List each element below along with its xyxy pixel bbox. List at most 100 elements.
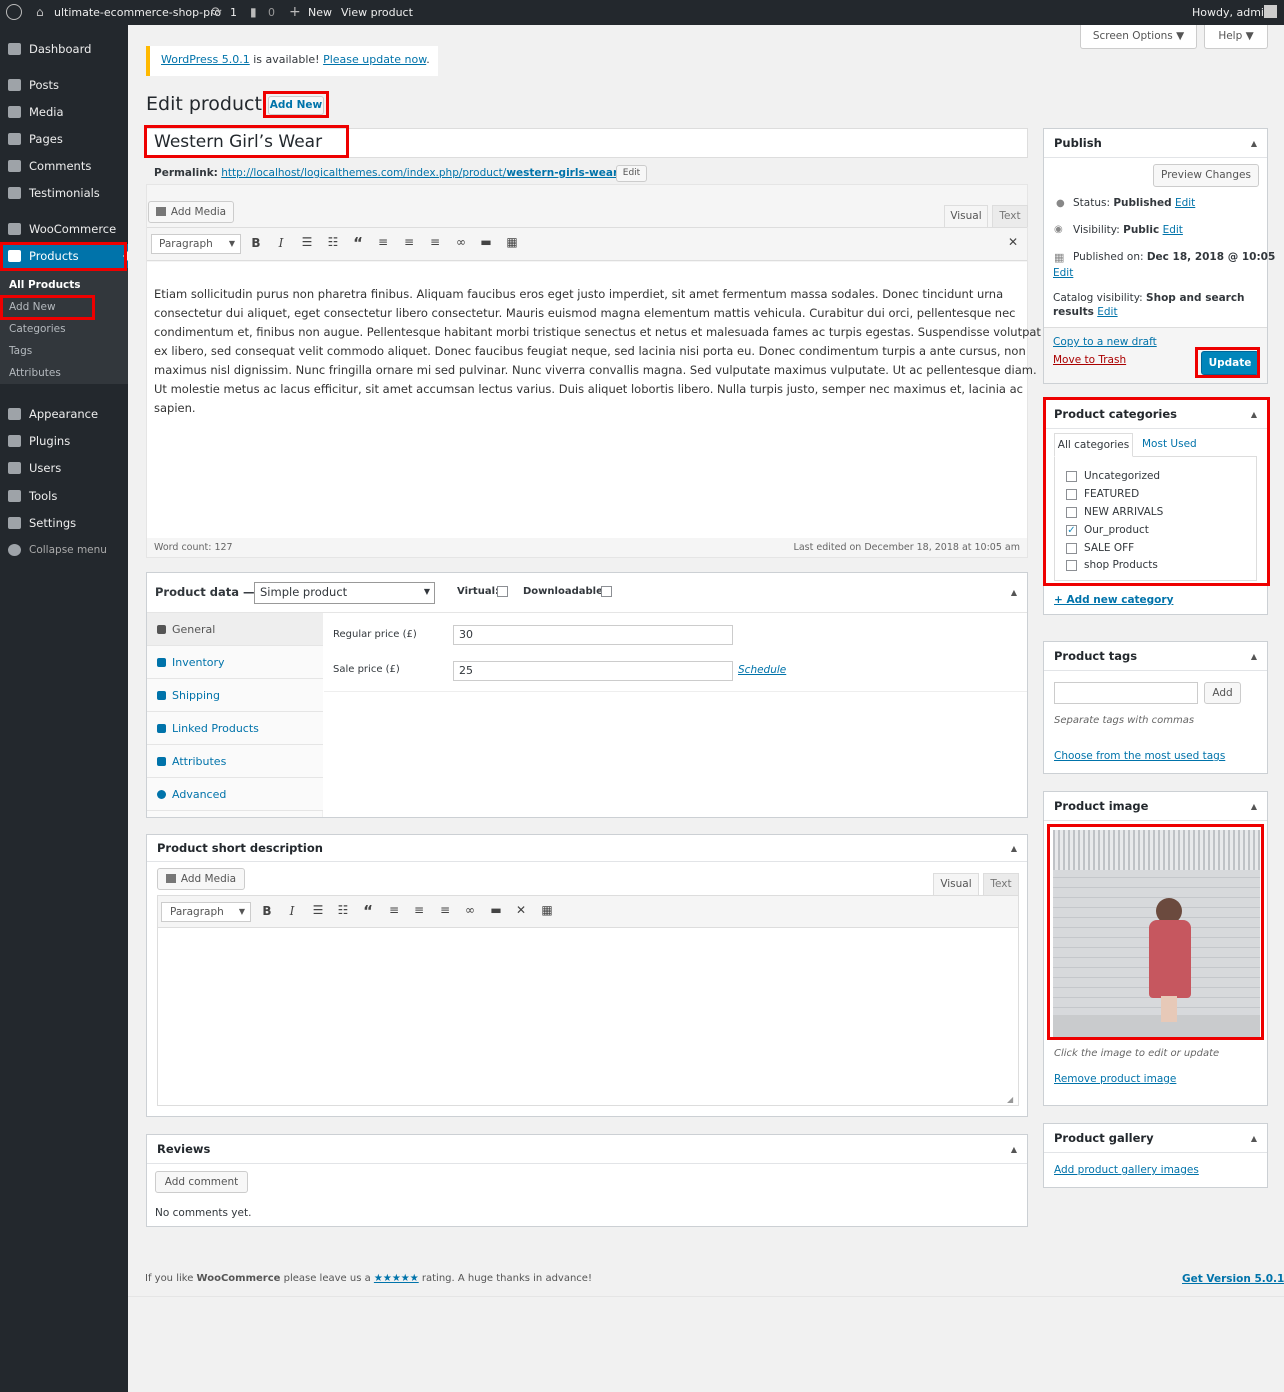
schedule-link[interactable]: Schedule — [738, 664, 786, 676]
submenu-tags[interactable]: Tags — [0, 341, 128, 361]
add-tag-button[interactable]: Add — [1204, 682, 1241, 704]
tags-input[interactable] — [1054, 682, 1198, 704]
toggle-icon[interactable]: ▲ — [1251, 642, 1257, 671]
toolbar-toggle-icon[interactable]: ▦ — [503, 235, 521, 249]
menu-testimonials[interactable]: Testimonials — [0, 181, 128, 205]
site-name-link[interactable]: ultimate-ecommerce-shop-pro — [54, 0, 221, 25]
link-icon[interactable]: ∞ — [461, 903, 479, 917]
permalink-edit-button[interactable]: Edit — [616, 165, 647, 182]
toggle-icon[interactable]: ▲ — [1251, 1124, 1257, 1153]
catalog-edit-link[interactable]: Edit — [1097, 306, 1117, 318]
paragraph-select[interactable]: Paragraph ▼ — [151, 234, 241, 254]
category-checkbox-uncategorized[interactable] — [1066, 471, 1077, 482]
status-edit-link[interactable]: Edit — [1175, 197, 1195, 209]
updates-count[interactable]: 1 — [230, 0, 237, 25]
editor-body[interactable]: Etiam sollicitudin purus non pharetra fi… — [147, 262, 1041, 538]
toggle-icon[interactable]: ▲ — [1251, 400, 1257, 429]
category-checkbox-featured[interactable] — [1066, 489, 1077, 500]
category-checkbox-shop-products[interactable] — [1066, 560, 1077, 571]
submenu-categories[interactable]: Categories — [0, 319, 128, 339]
short-paragraph-select[interactable]: Paragraph ▼ — [161, 902, 251, 922]
read-more-icon[interactable]: ▬ — [487, 903, 505, 917]
menu-comments[interactable]: Comments — [0, 154, 128, 178]
choose-tags-link[interactable]: Choose from the most used tags — [1054, 750, 1225, 762]
bold-icon[interactable]: B — [247, 236, 265, 250]
align-left-icon[interactable]: ≡ — [385, 903, 403, 917]
category-checkbox-sale-off[interactable] — [1066, 543, 1077, 554]
short-editor-body[interactable] — [157, 928, 1019, 1106]
product-title-input[interactable]: Western Girl’s Wear — [146, 128, 1028, 158]
align-right-icon[interactable]: ≡ — [426, 235, 444, 249]
product-image[interactable] — [1053, 830, 1260, 1037]
permalink-link[interactable]: http://localhost/logicalthemes.com/index… — [221, 167, 633, 179]
submenu-all-products[interactable]: All Products — [0, 275, 128, 295]
tab-advanced[interactable]: Advanced — [147, 778, 323, 811]
toggle-icon[interactable]: ▲ — [1011, 1135, 1017, 1164]
toggle-icon[interactable]: ▲ — [1251, 129, 1257, 158]
wordpress-version-link[interactable]: WordPress 5.0.1 — [161, 53, 250, 66]
preview-changes-button[interactable]: Preview Changes — [1153, 164, 1259, 187]
menu-posts[interactable]: Posts — [0, 73, 128, 97]
add-comment-button[interactable]: Add comment — [155, 1171, 248, 1193]
italic-icon[interactable]: I — [272, 236, 290, 250]
published-edit-link[interactable]: Edit — [1053, 267, 1073, 279]
blockquote-icon[interactable]: “ — [359, 902, 377, 920]
toolbar-toggle-icon[interactable]: ▦ — [538, 903, 556, 917]
comments-icon[interactable]: ▮ — [250, 0, 257, 25]
help-button[interactable]: Help ▼ — [1204, 25, 1268, 49]
fullscreen-icon[interactable]: ✕ — [1004, 235, 1022, 249]
short-tab-visual[interactable]: Visual — [933, 873, 979, 895]
add-new-button[interactable]: Add New — [268, 96, 324, 115]
blockquote-icon[interactable]: “ — [349, 234, 367, 252]
menu-appearance[interactable]: Appearance — [0, 402, 128, 426]
tab-general[interactable]: General — [147, 613, 323, 646]
numbered-list-icon[interactable]: ☷ — [324, 235, 342, 249]
category-checkbox-new-arrivals[interactable] — [1066, 507, 1077, 518]
avatar[interactable] — [1264, 5, 1277, 18]
sale-price-input[interactable]: 25 — [453, 661, 733, 681]
screen-options-button[interactable]: Screen Options ▼ — [1080, 25, 1197, 49]
italic-icon[interactable]: I — [283, 904, 301, 918]
toggle-icon[interactable]: ▲ — [1011, 835, 1017, 862]
align-right-icon[interactable]: ≡ — [436, 903, 454, 917]
virtual-checkbox[interactable] — [497, 586, 508, 597]
numbered-list-icon[interactable]: ☷ — [334, 903, 352, 917]
move-to-trash-link[interactable]: Move to Trash — [1053, 354, 1126, 366]
toggle-icon[interactable]: ▲ — [1251, 792, 1257, 821]
new-content-link[interactable]: New — [308, 0, 332, 25]
short-add-media-button[interactable]: Add Media — [157, 868, 245, 890]
bullet-list-icon[interactable]: ☰ — [309, 903, 327, 917]
align-center-icon[interactable]: ≡ — [400, 235, 418, 249]
category-checkbox-our-product[interactable]: ✓ — [1066, 525, 1077, 536]
fullscreen-icon[interactable]: ✕ — [512, 903, 530, 917]
wordpress-logo-icon[interactable] — [6, 4, 22, 20]
add-media-button[interactable]: Add Media — [148, 201, 234, 223]
menu-products[interactable]: Products — [0, 244, 128, 268]
downloadable-checkbox[interactable] — [601, 586, 612, 597]
regular-price-input[interactable]: 30 — [453, 625, 733, 645]
menu-woocommerce[interactable]: WooCommerce — [0, 217, 128, 241]
read-more-icon[interactable]: ▬ — [477, 235, 495, 249]
howdy-link[interactable]: Howdy, admin — [1192, 0, 1271, 25]
update-now-link[interactable]: Please update now — [323, 53, 426, 66]
remove-image-link[interactable]: Remove product image — [1054, 1073, 1176, 1085]
menu-tools[interactable]: Tools — [0, 484, 128, 508]
tab-linked-products[interactable]: Linked Products — [147, 712, 323, 745]
submenu-attributes[interactable]: Attributes — [0, 363, 128, 383]
add-new-category-link[interactable]: + Add new category — [1054, 594, 1173, 606]
short-tab-text[interactable]: Text — [983, 873, 1019, 895]
visibility-edit-link[interactable]: Edit — [1163, 224, 1183, 236]
bold-icon[interactable]: B — [258, 904, 276, 918]
tab-text[interactable]: Text — [992, 205, 1028, 227]
resize-handle-icon[interactable]: ◢ — [1007, 1095, 1013, 1104]
rating-stars-link[interactable]: ★★★★★ — [374, 1273, 419, 1284]
view-product-link[interactable]: View product — [341, 0, 413, 25]
tab-attributes[interactable]: Attributes — [147, 745, 323, 778]
tab-inventory[interactable]: Inventory — [147, 646, 323, 679]
collapse-menu[interactable]: Collapse menu — [0, 538, 128, 562]
add-gallery-images-link[interactable]: Add product gallery images — [1054, 1164, 1199, 1176]
link-icon[interactable]: ∞ — [452, 235, 470, 249]
align-left-icon[interactable]: ≡ — [374, 235, 392, 249]
bullet-list-icon[interactable]: ☰ — [298, 235, 316, 249]
align-center-icon[interactable]: ≡ — [410, 903, 428, 917]
